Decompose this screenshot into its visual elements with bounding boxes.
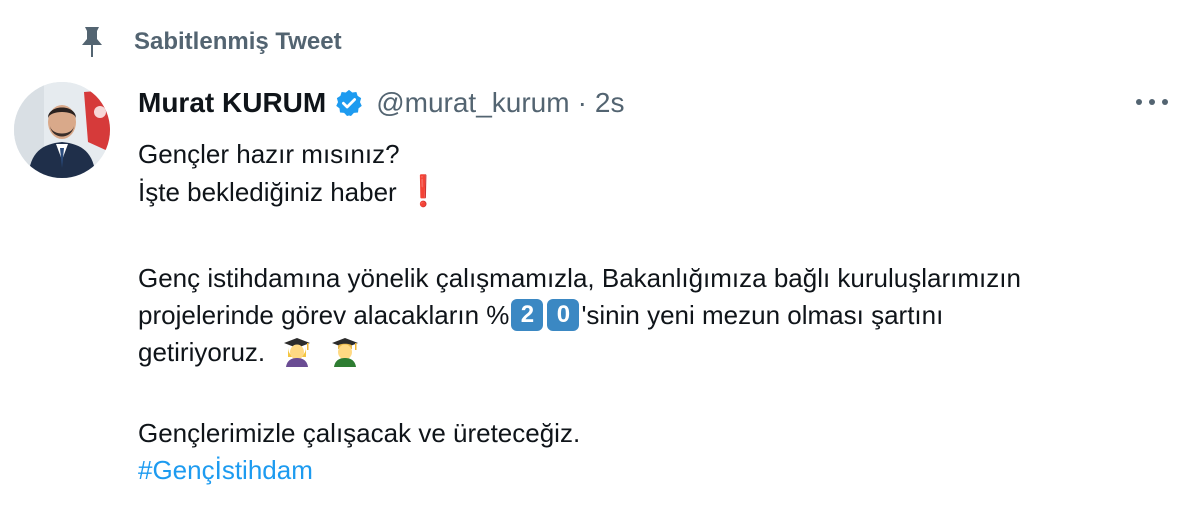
graduate-woman-emoji: [284, 338, 311, 368]
tweet-line: İşte beklediğiniz haber ❗: [138, 173, 1178, 210]
verified-badge-icon: [336, 89, 362, 116]
tweet-text-line-4-end: 'sinin yeni mezun olması şartını: [581, 300, 944, 330]
tweet-text-line-1: Gençler hazır mısınız?: [138, 139, 400, 169]
exclamation-mark-emoji: ❗: [404, 175, 443, 208]
author-name[interactable]: Murat KURUM: [138, 87, 326, 119]
tweet-header: Murat KURUM @murat_kurum · 2s: [138, 84, 625, 122]
tweet-text-line-6: Gençlerimizle çalışacak ve üreteceğiz.: [138, 418, 581, 448]
tweet-line: Gençlerimizle çalışacak ve üreteceğiz.: [138, 415, 1178, 452]
tweet-line: Gençler hazır mısınız?: [138, 136, 1178, 173]
avatar-image: [14, 82, 110, 178]
tweet-line: #Gençİstihdam: [138, 452, 1178, 489]
hashtag-link[interactable]: #Gençİstihdam: [138, 455, 313, 485]
tweet-text-line-4-start: projelerinde görev alacakların %: [138, 300, 510, 330]
separator-dot: ·: [577, 87, 587, 118]
avatar[interactable]: [14, 82, 110, 178]
more-options-icon[interactable]: [1136, 92, 1168, 112]
tweet-line: getiriyoruz.: [138, 334, 1178, 371]
tweet-line: projelerinde görev alacakların % 2 0'sinin…: [138, 297, 1178, 334]
author-handle[interactable]: @murat_kurum: [376, 87, 569, 119]
tweet-timestamp[interactable]: 2s: [595, 87, 625, 119]
tweet-text-line-3: Genç istihdamına yönelik çalışmamızla, B…: [138, 263, 1021, 293]
pin-icon: [82, 27, 102, 57]
keycap-zero-emoji: 0: [547, 299, 580, 332]
pinned-indicator: Sabitlenmiş Tweet: [80, 22, 342, 62]
tweet-text-line-2: İşte beklediğiniz haber: [138, 177, 397, 207]
tweet-text: Gençler hazır mısınız? İşte beklediğiniz…: [138, 136, 1178, 489]
keycap-two-emoji: 2: [511, 299, 544, 332]
tweet-line: Genç istihdamına yönelik çalışmamızla, B…: [138, 260, 1178, 297]
pinned-label: Sabitlenmiş Tweet: [134, 28, 342, 55]
tweet-text-line-5: getiriyoruz.: [138, 337, 266, 367]
graduate-man-emoji: [331, 338, 358, 368]
